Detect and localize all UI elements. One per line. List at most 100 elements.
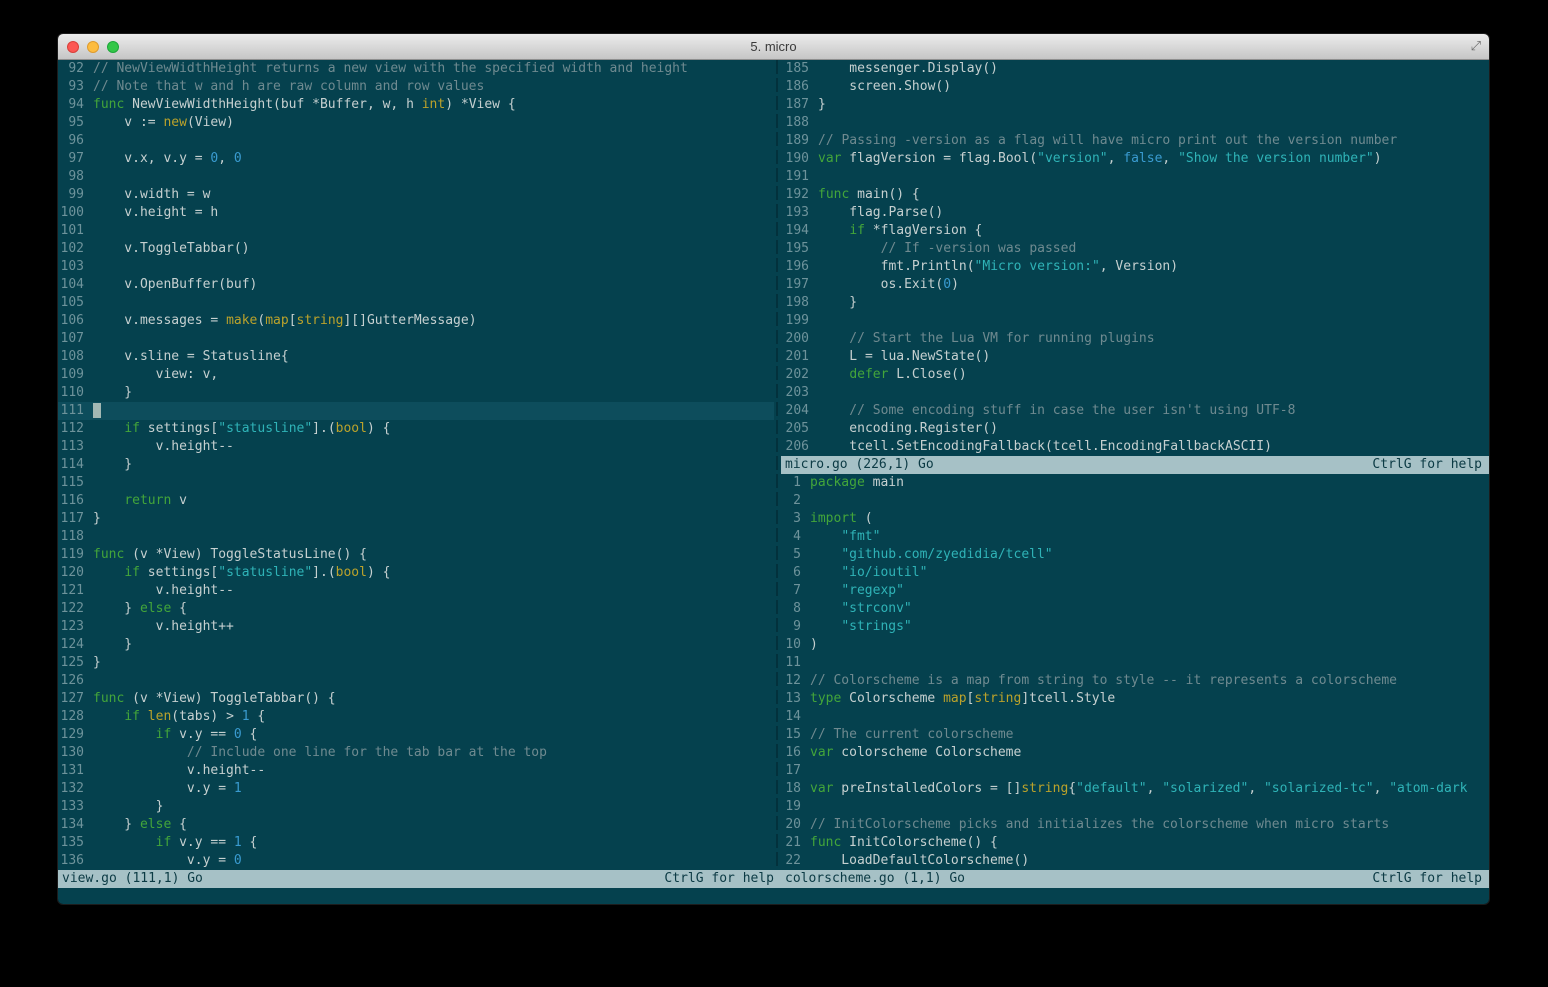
zoom-button[interactable]: [107, 41, 119, 53]
code-line[interactable]: 192 func main() {: [781, 186, 1489, 204]
code-line[interactable]: 186 screen.Show(): [781, 78, 1489, 96]
code-line[interactable]: 128 if len(tabs) > 1 {: [58, 708, 774, 726]
code-line[interactable]: 6 "io/ioutil": [781, 564, 1489, 582]
code-line[interactable]: 9 "strings": [781, 618, 1489, 636]
code-line[interactable]: 12 // Colorscheme is a map from string to…: [781, 672, 1489, 690]
code-line[interactable]: 204 // Some encoding stuff in case the u…: [781, 402, 1489, 420]
code-line[interactable]: 103: [58, 258, 774, 276]
code-line[interactable]: 7 "regexp": [781, 582, 1489, 600]
code-line[interactable]: 203: [781, 384, 1489, 402]
code-line[interactable]: 117}: [58, 510, 774, 528]
code-line[interactable]: 105: [58, 294, 774, 312]
code-line[interactable]: 18 var preInstalledColors = []string{"def…: [781, 780, 1489, 798]
code-line[interactable]: 112 if settings["statusline"].(bool) {: [58, 420, 774, 438]
code-line[interactable]: 5 "github.com/zyedidia/tcell": [781, 546, 1489, 564]
code-line[interactable]: 17: [781, 762, 1489, 780]
titlebar[interactable]: 5. micro ⤢: [58, 34, 1489, 60]
token-s: "fmt": [841, 529, 881, 544]
code-line[interactable]: 19: [781, 798, 1489, 816]
code-line[interactable]: 133 }: [58, 798, 774, 816]
code-line[interactable]: 126: [58, 672, 774, 690]
code-line[interactable]: 13 type Colorscheme map[string]tcell.Styl…: [781, 690, 1489, 708]
token-d: v.height--: [93, 583, 234, 598]
code-line[interactable]: 118: [58, 528, 774, 546]
close-button[interactable]: [67, 41, 79, 53]
code-line[interactable]: 201 L = lua.NewState(): [781, 348, 1489, 366]
code-line[interactable]: 200 // Start the Lua VM for running plug…: [781, 330, 1489, 348]
code-line[interactable]: 195 // If -version was passed: [781, 240, 1489, 258]
code-line[interactable]: 132 v.y = 1: [58, 780, 774, 798]
code-line[interactable]: 206 tcell.SetEncodingFallback(tcell.Enco…: [781, 438, 1489, 456]
code-text: messenger.Display(): [818, 60, 1489, 78]
code-line[interactable]: 119 func (v *View) ToggleStatusLine() {: [58, 546, 774, 564]
code-line[interactable]: 8 "strconv": [781, 600, 1489, 618]
code-line[interactable]: 134 } else {: [58, 816, 774, 834]
code-line[interactable]: 2: [781, 492, 1489, 510]
code-line[interactable]: 114 }: [58, 456, 774, 474]
code-line[interactable]: 100 v.height = h: [58, 204, 774, 222]
code-line[interactable]: 189 // Passing -version as a flag will ha…: [781, 132, 1489, 150]
code-line[interactable]: 123 v.height++: [58, 618, 774, 636]
code-line[interactable]: 108 v.sline = Statusline{: [58, 348, 774, 366]
code-line[interactable]: 98: [58, 168, 774, 186]
code-line[interactable]: 14: [781, 708, 1489, 726]
code-line[interactable]: 131 v.height--: [58, 762, 774, 780]
code-line[interactable]: 115: [58, 474, 774, 492]
code-line[interactable]: 16 var colorscheme Colorscheme: [781, 744, 1489, 762]
code-line[interactable]: 101: [58, 222, 774, 240]
code-line[interactable]: 3 import (: [781, 510, 1489, 528]
code-line[interactable]: 113 v.height--: [58, 438, 774, 456]
code-line[interactable]: 129 if v.y == 0 {: [58, 726, 774, 744]
line-number: 99: [68, 187, 84, 202]
code-line[interactable]: 110 }: [58, 384, 774, 402]
code-line[interactable]: 95 v := new(View): [58, 114, 774, 132]
code-line[interactable]: 104 v.OpenBuffer(buf): [58, 276, 774, 294]
code-line[interactable]: 185 messenger.Display(): [781, 60, 1489, 78]
code-line[interactable]: 92 // NewViewWidthHeight returns a new vi…: [58, 60, 774, 78]
vertical-split-divider[interactable]: [774, 60, 781, 870]
code-line[interactable]: 136 v.y = 0: [58, 852, 774, 870]
code-line[interactable]: 194 if *flagVersion {: [781, 222, 1489, 240]
code-line[interactable]: 97 v.x, v.y = 0, 0: [58, 150, 774, 168]
code-line[interactable]: 15 // The current colorscheme: [781, 726, 1489, 744]
code-line[interactable]: 93 // Note that w and h are raw column an…: [58, 78, 774, 96]
code-line[interactable]: 11: [781, 654, 1489, 672]
code-line[interactable]: 193 flag.Parse(): [781, 204, 1489, 222]
code-line[interactable]: 99 v.width = w: [58, 186, 774, 204]
minimize-button[interactable]: [87, 41, 99, 53]
code-line[interactable]: 22 LoadDefaultColorscheme(): [781, 852, 1489, 870]
code-line[interactable]: 187}: [781, 96, 1489, 114]
code-line[interactable]: 188: [781, 114, 1489, 132]
code-line[interactable]: 135 if v.y == 1 {: [58, 834, 774, 852]
code-line[interactable]: 102 v.ToggleTabbar(): [58, 240, 774, 258]
code-line[interactable]: 94 func NewViewWidthHeight(buf *Buffer, w…: [58, 96, 774, 114]
code-line[interactable]: 127 func (v *View) ToggleTabbar() {: [58, 690, 774, 708]
code-line[interactable]: 125}: [58, 654, 774, 672]
code-line[interactable]: 109 view: v,: [58, 366, 774, 384]
code-line[interactable]: 198 }: [781, 294, 1489, 312]
code-line[interactable]: 202 defer L.Close(): [781, 366, 1489, 384]
code-line[interactable]: 111: [58, 402, 774, 420]
code-line[interactable]: 4 "fmt": [781, 528, 1489, 546]
code-line[interactable]: 10): [781, 636, 1489, 654]
code-line[interactable]: 21 func InitColorscheme() {: [781, 834, 1489, 852]
code-text: return v: [93, 492, 774, 510]
code-line[interactable]: 197 os.Exit(0): [781, 276, 1489, 294]
code-line[interactable]: 121 v.height--: [58, 582, 774, 600]
code-line[interactable]: 122 } else {: [58, 600, 774, 618]
code-line[interactable]: 20 // InitColorscheme picks and initializ…: [781, 816, 1489, 834]
code-line[interactable]: 116 return v: [58, 492, 774, 510]
code-line[interactable]: 130 // Include one line for the tab bar …: [58, 744, 774, 762]
code-line[interactable]: 191: [781, 168, 1489, 186]
code-line[interactable]: 199: [781, 312, 1489, 330]
code-line[interactable]: 205 encoding.Register(): [781, 420, 1489, 438]
code-line[interactable]: 106 v.messages = make(map[string][]Gutte…: [58, 312, 774, 330]
code-line[interactable]: 96: [58, 132, 774, 150]
code-line[interactable]: 107: [58, 330, 774, 348]
resize-icon[interactable]: ⤢: [1471, 39, 1481, 54]
code-line[interactable]: 196 fmt.Println("Micro version:", Versio…: [781, 258, 1489, 276]
code-line[interactable]: 124 }: [58, 636, 774, 654]
code-line[interactable]: 190 var flagVersion = flag.Bool("version"…: [781, 150, 1489, 168]
code-line[interactable]: 1 package main: [781, 474, 1489, 492]
code-line[interactable]: 120 if settings["statusline"].(bool) {: [58, 564, 774, 582]
